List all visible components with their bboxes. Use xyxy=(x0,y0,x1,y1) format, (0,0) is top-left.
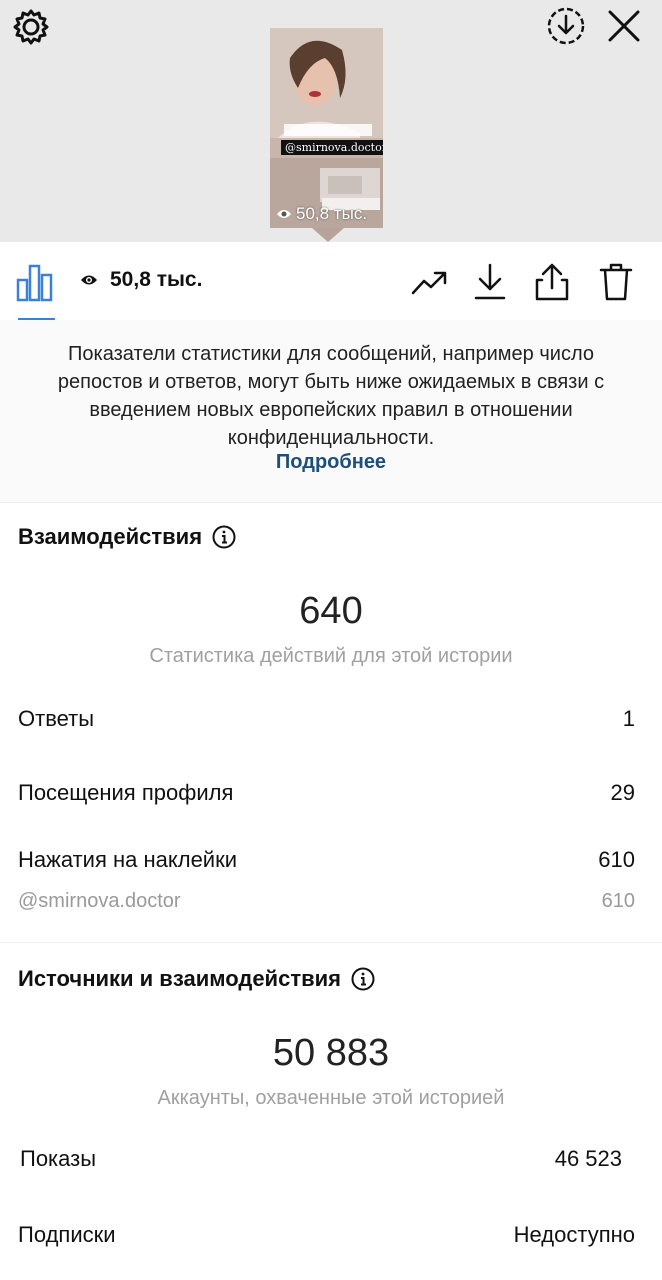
interactions-caption: Статистика действий для этой истории xyxy=(149,645,513,667)
save-story-button[interactable] xyxy=(544,4,588,48)
row-label: Показы xyxy=(20,1146,97,1171)
sticker-taps-row[interactable]: Нажатия на наклейки 610 xyxy=(18,847,635,873)
save-circle-icon xyxy=(547,7,585,45)
gear-icon xyxy=(13,9,49,45)
reach-total: 50 883 xyxy=(272,1032,390,1074)
row-label: Посещения профиля xyxy=(18,780,234,805)
discovery-title: Источники и взаимодействия xyxy=(18,966,375,992)
thumbnail-view-count-text: 50,8 тыс. xyxy=(296,204,368,223)
reach-caption: Аккаунты, охваченные этой историей xyxy=(157,1087,505,1109)
learn-more-link[interactable]: Подробнее xyxy=(0,451,662,474)
trending-icon xyxy=(411,271,447,295)
row-value: 610 xyxy=(601,890,635,912)
views-summary: 50,8 тыс. xyxy=(80,268,202,292)
delete-button[interactable] xyxy=(596,262,636,302)
info-icon[interactable] xyxy=(212,525,236,549)
row-label: Нажатия на наклейки xyxy=(18,847,238,872)
story-photo xyxy=(270,28,383,228)
close-icon xyxy=(608,10,640,42)
trash-icon xyxy=(599,263,633,301)
settings-button[interactable] xyxy=(10,6,52,48)
row-value: Недоступно xyxy=(513,1222,635,1247)
insights-toolbar: 50,8 тыс. xyxy=(0,242,662,321)
interactions-title: Взаимодействия xyxy=(18,524,236,550)
share-icon xyxy=(535,263,569,301)
row-label: @smirnova.doctor xyxy=(18,890,181,912)
follows-row[interactable]: Подписки Недоступно xyxy=(18,1222,635,1248)
eye-icon xyxy=(277,210,291,218)
interactions-total: 640 xyxy=(299,590,363,632)
replies-row[interactable]: Ответы 1 xyxy=(18,706,635,732)
info-icon[interactable] xyxy=(351,967,375,991)
story-insights-screen: @smirnova.doctor 50,8 тыс. 50,8 тыс. Пок… xyxy=(0,0,662,1280)
story-thumbnail[interactable]: @smirnova.doctor 50,8 тыс. xyxy=(270,28,383,228)
row-value: 610 xyxy=(598,847,635,872)
row-value: 29 xyxy=(610,780,635,805)
row-value: 46 523 xyxy=(554,1146,622,1171)
privacy-notice-text: Показатели статистики для сообщений, нап… xyxy=(57,343,605,449)
views-summary-text: 50,8 тыс. xyxy=(110,268,203,291)
mention-sticker[interactable]: @smirnova.doctor xyxy=(281,140,383,155)
thumbnail-caret xyxy=(312,228,344,242)
row-label: Ответы xyxy=(18,706,95,731)
download-icon xyxy=(474,263,506,300)
impressions-row[interactable]: Показы 46 523 xyxy=(20,1146,622,1172)
privacy-notice: Показатели статистики для сообщений, нап… xyxy=(0,320,662,503)
row-value: 1 xyxy=(622,706,635,731)
interactions-title-text: Взаимодействия xyxy=(18,524,203,549)
discovery-title-text: Источники и взаимодействия xyxy=(18,966,341,991)
download-button[interactable] xyxy=(470,262,510,302)
row-label: Подписки xyxy=(18,1222,116,1247)
eye-icon xyxy=(81,275,97,285)
promote-button[interactable] xyxy=(410,262,450,302)
bar-chart-icon xyxy=(16,264,53,302)
story-preview-area: @smirnova.doctor 50,8 тыс. xyxy=(0,0,662,242)
close-button[interactable] xyxy=(602,4,646,48)
thumbnail-view-count: 50,8 тыс. xyxy=(276,204,367,224)
section-divider xyxy=(0,942,662,943)
profile-visits-row[interactable]: Посещения профиля 29 xyxy=(18,780,635,806)
stats-tab[interactable] xyxy=(16,262,56,302)
share-button[interactable] xyxy=(532,262,572,302)
sticker-mention-row[interactable]: @smirnova.doctor 610 xyxy=(18,890,635,913)
